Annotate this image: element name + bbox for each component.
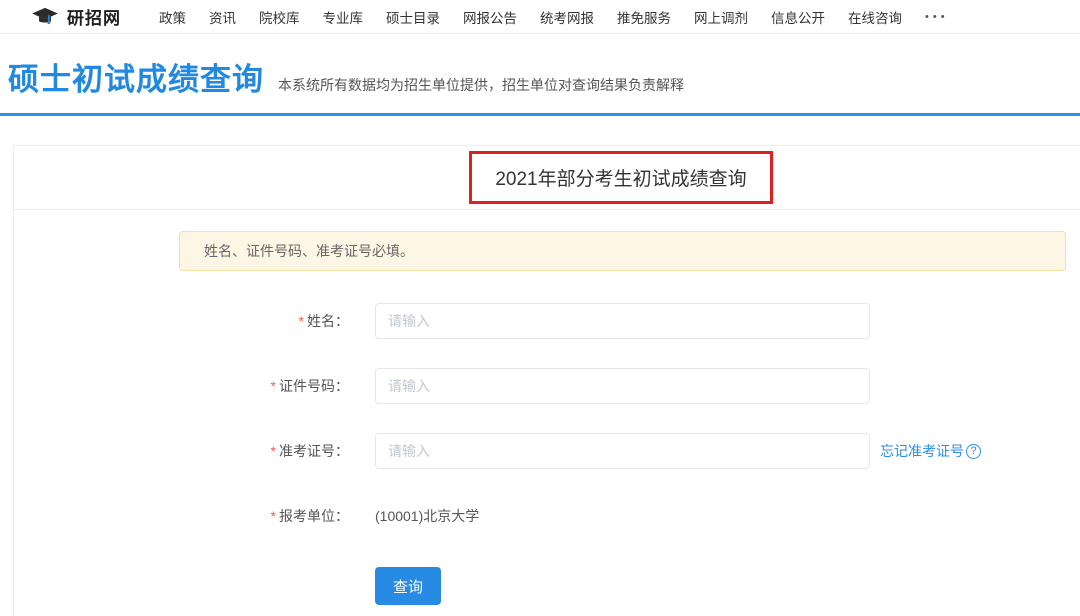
admission-ticket-label: *准考证号： — [14, 441, 349, 461]
form-row-name: *姓名： — [14, 303, 1080, 339]
id-number-input[interactable] — [375, 368, 870, 404]
required-asterisk: * — [271, 378, 276, 394]
nav-item-news[interactable]: 资讯 — [209, 7, 236, 27]
target-university-value: (10001)北京大学 — [375, 506, 479, 526]
card-header: 2021年部分考生初试成绩查询 — [14, 146, 1080, 210]
blue-divider — [0, 113, 1080, 116]
nav-item-online-adjustment[interactable]: 网上调剂 — [694, 7, 748, 27]
required-asterisk: * — [299, 313, 304, 329]
nav-item-college-library[interactable]: 院校库 — [259, 7, 300, 27]
query-form: *姓名： *证件号码： *准考证号： 忘记准考证号? — [14, 303, 1080, 605]
nav-item-policy[interactable]: 政策 — [159, 7, 186, 27]
card-title: 2021年部分考生初试成绩查询 — [495, 164, 746, 191]
nav-item-info-disclosure[interactable]: 信息公开 — [771, 7, 825, 27]
page-header: 硕士初试成绩查询 本系统所有数据均为招生单位提供，招生单位对查询结果负责解释 — [0, 34, 1080, 113]
help-icon: ? — [966, 444, 981, 459]
nav-item-online-consult[interactable]: 在线咨询 — [848, 7, 902, 27]
nav-item-major-library[interactable]: 专业库 — [323, 7, 364, 27]
required-asterisk: * — [271, 508, 276, 524]
form-row-admission-ticket: *准考证号： 忘记准考证号? — [14, 433, 1080, 469]
nav-item-master-catalog[interactable]: 硕士目录 — [386, 7, 440, 27]
required-fields-alert: 姓名、证件号码、准考证号必填。 — [179, 231, 1066, 271]
page-title: 硕士初试成绩查询 — [8, 54, 264, 99]
top-navigation-bar: 研招网 政策 资讯 院校库 专业库 硕士目录 网报公告 统考网报 推免服务 网上… — [0, 0, 1080, 34]
nav-item-exemption-service[interactable]: 推免服务 — [617, 7, 671, 27]
nav-item-online-report-notice[interactable]: 网报公告 — [463, 7, 517, 27]
main-nav: 政策 资讯 院校库 专业库 硕士目录 网报公告 统考网报 推免服务 网上调剂 信… — [159, 7, 949, 27]
nav-item-unified-exam-report[interactable]: 统考网报 — [540, 7, 594, 27]
required-asterisk: * — [271, 443, 276, 459]
submit-row: 查询 — [375, 567, 1080, 605]
target-university-label: *报考单位： — [14, 506, 349, 526]
name-input[interactable] — [375, 303, 870, 339]
forgot-ticket-link[interactable]: 忘记准考证号? — [880, 441, 981, 461]
score-query-card: 2021年部分考生初试成绩查询 姓名、证件号码、准考证号必填。 *姓名： *证件… — [13, 145, 1080, 616]
id-number-label: *证件号码： — [14, 376, 349, 396]
nav-more-icon[interactable]: ••• — [925, 11, 949, 23]
query-button[interactable]: 查询 — [375, 567, 441, 605]
name-label: *姓名： — [14, 311, 349, 331]
admission-ticket-input[interactable] — [375, 433, 870, 469]
alert-text: 姓名、证件号码、准考证号必填。 — [204, 241, 414, 261]
page-subtitle: 本系统所有数据均为招生单位提供，招生单位对查询结果负责解释 — [278, 75, 684, 95]
red-annotation-box: 2021年部分考生初试成绩查询 — [469, 151, 773, 204]
form-row-id-number: *证件号码： — [14, 368, 1080, 404]
site-logo[interactable]: 研招网 — [30, 4, 121, 29]
form-row-target-university: *报考单位： (10001)北京大学 — [14, 498, 1080, 534]
graduation-cap-icon — [30, 6, 60, 28]
site-name: 研招网 — [67, 4, 121, 29]
